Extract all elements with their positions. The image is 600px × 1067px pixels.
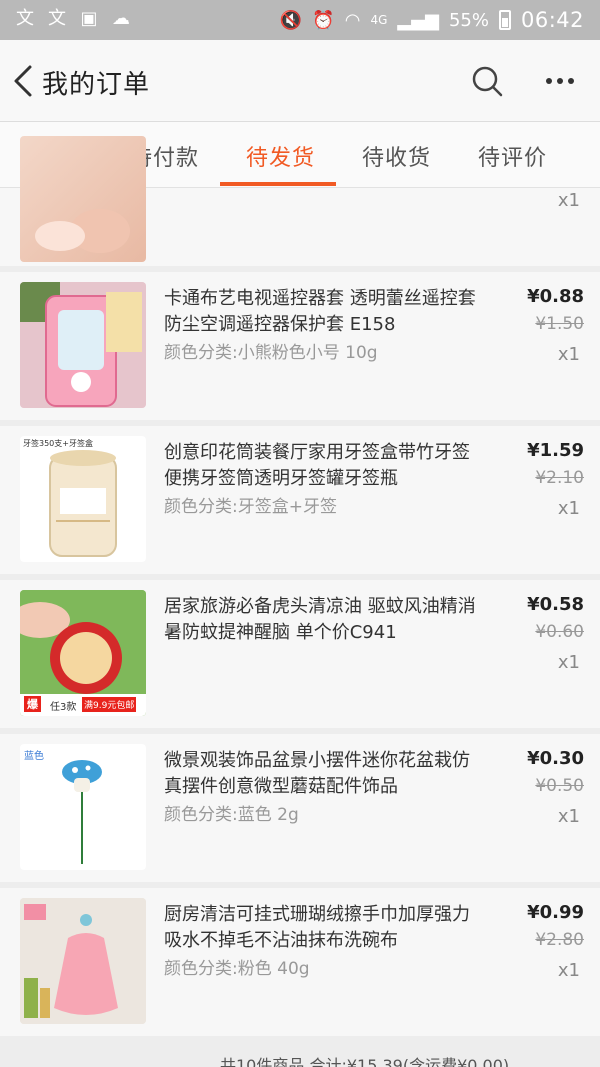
product-spec: 颜色分类:牙签盒+牙签 — [164, 497, 337, 517]
image-icon: ▣ — [80, 8, 98, 29]
tab-pending-shipment[interactable]: 待发货 — [246, 140, 315, 172]
product-price: ¥0.99 — [527, 902, 584, 923]
signal-icon: ▂▄▆ — [397, 9, 439, 31]
product-original-price: ¥0.60 — [535, 622, 584, 642]
product-thumbnail: 牙签350支+牙签盒 — [20, 436, 146, 562]
product-thumbnail — [20, 136, 146, 262]
quantity: x1 — [557, 190, 580, 211]
network-label: 4G — [370, 13, 388, 27]
product-name: 创意印花筒装餐厅家用牙签盒带竹牙签便携牙签筒透明牙签罐牙签瓶 — [164, 442, 470, 489]
weather-icon: ☁ — [112, 8, 130, 29]
back-icon[interactable] — [10, 64, 38, 98]
quantity: x1 — [557, 806, 580, 827]
quantity: x1 — [557, 498, 580, 519]
active-tab-indicator — [220, 182, 336, 186]
more-icon[interactable] — [543, 68, 577, 94]
product-original-price: ¥2.80 — [535, 930, 584, 950]
order-summary: 共10件商品 合计:¥15.39(含运费¥0.00) — [220, 1056, 510, 1067]
thumbnail-label: 牙签350支+牙签盒 — [23, 439, 93, 448]
product-thumbnail: 蓝色 — [20, 744, 146, 870]
wifi-icon: ◠ — [344, 9, 361, 31]
promo-badge: 任3款 — [50, 702, 77, 713]
quantity: x1 — [557, 652, 580, 673]
product-thumbnail — [20, 282, 146, 408]
battery-label: 55% — [448, 9, 489, 31]
list-item[interactable]: 卡通布艺电视遥控器套 透明蕾丝遥控套防尘空调遥控器保护套 E158 颜色分类:小… — [0, 272, 600, 420]
page-title: 我的订单 — [42, 70, 151, 100]
promo-badge-2: 满9.9元包邮 — [82, 697, 137, 712]
product-original-price: ¥2.10 — [535, 468, 584, 488]
product-thumbnail: 爆 任3款 满9.9元包邮 — [20, 590, 146, 716]
product-original-price: ¥1.50 — [535, 314, 584, 334]
header: 我的订单 — [0, 40, 600, 122]
product-name: 居家旅游必备虎头清凉油 驱蚊风油精消暑防蚊提神醒脑 单个价C941 — [164, 596, 476, 643]
search-icon[interactable] — [470, 64, 504, 98]
notification-icon: 文 — [16, 8, 34, 29]
list-item[interactable]: 牙签350支+牙签盒 创意印花筒装餐厅家用牙签盒带竹牙签便携牙签筒透明牙签罐牙签… — [0, 426, 600, 574]
tab-pending-review[interactable]: 待评价 — [478, 140, 547, 172]
product-spec: 颜色分类:小熊粉色小号 10g — [164, 343, 378, 363]
product-price: ¥0.30 — [527, 748, 584, 769]
hot-badge: 爆 — [24, 696, 41, 712]
list-item[interactable]: 爆 任3款 满9.9元包邮 居家旅游必备虎头清凉油 驱蚊风油精消暑防蚊提神醒脑 … — [0, 580, 600, 728]
notification-icon-2: 文 — [48, 8, 66, 29]
clock: 06:42 — [520, 8, 584, 32]
battery-icon — [498, 10, 511, 30]
alarm-icon: ⏰ — [312, 9, 335, 31]
product-name: 厨房清洁可挂式珊瑚绒擦手巾加厚强力吸水不掉毛不沾油抹布洗碗布 — [164, 904, 470, 951]
list-item[interactable]: 厨房清洁可挂式珊瑚绒擦手巾加厚强力吸水不掉毛不沾油抹布洗碗布 颜色分类:粉色 4… — [0, 888, 600, 1036]
product-price: ¥1.59 — [527, 440, 584, 461]
product-price: ¥0.58 — [527, 594, 584, 615]
quantity: x1 — [557, 960, 580, 981]
thumbnail-label: 蓝色 — [24, 751, 44, 762]
product-spec: 颜色分类:粉色 40g — [164, 959, 310, 979]
list-item[interactable]: 蓝色 微景观装饰品盆景小摆件迷你花盆栽仿真摆件创意微型蘑菇配件饰品 颜色分类:蓝… — [0, 734, 600, 882]
status-bar: 文 文 ▣ ☁ 🔇 ⏰ ◠ 4G ▂▄▆ 55% 06:42 — [0, 0, 600, 40]
product-thumbnail — [20, 898, 146, 1024]
list-item[interactable]: x1 — [0, 136, 600, 266]
tab-pending-receipt[interactable]: 待收货 — [362, 140, 431, 172]
product-name: 卡通布艺电视遥控器套 透明蕾丝遥控套防尘空调遥控器保护套 E158 — [164, 288, 476, 335]
quantity: x1 — [557, 344, 580, 365]
product-name: 微景观装饰品盆景小摆件迷你花盆栽仿真摆件创意微型蘑菇配件饰品 — [164, 750, 470, 797]
product-spec: 颜色分类:蓝色 2g — [164, 805, 299, 825]
product-price: ¥0.88 — [527, 286, 584, 307]
product-original-price: ¥0.50 — [535, 776, 584, 796]
mute-icon: 🔇 — [279, 9, 303, 31]
